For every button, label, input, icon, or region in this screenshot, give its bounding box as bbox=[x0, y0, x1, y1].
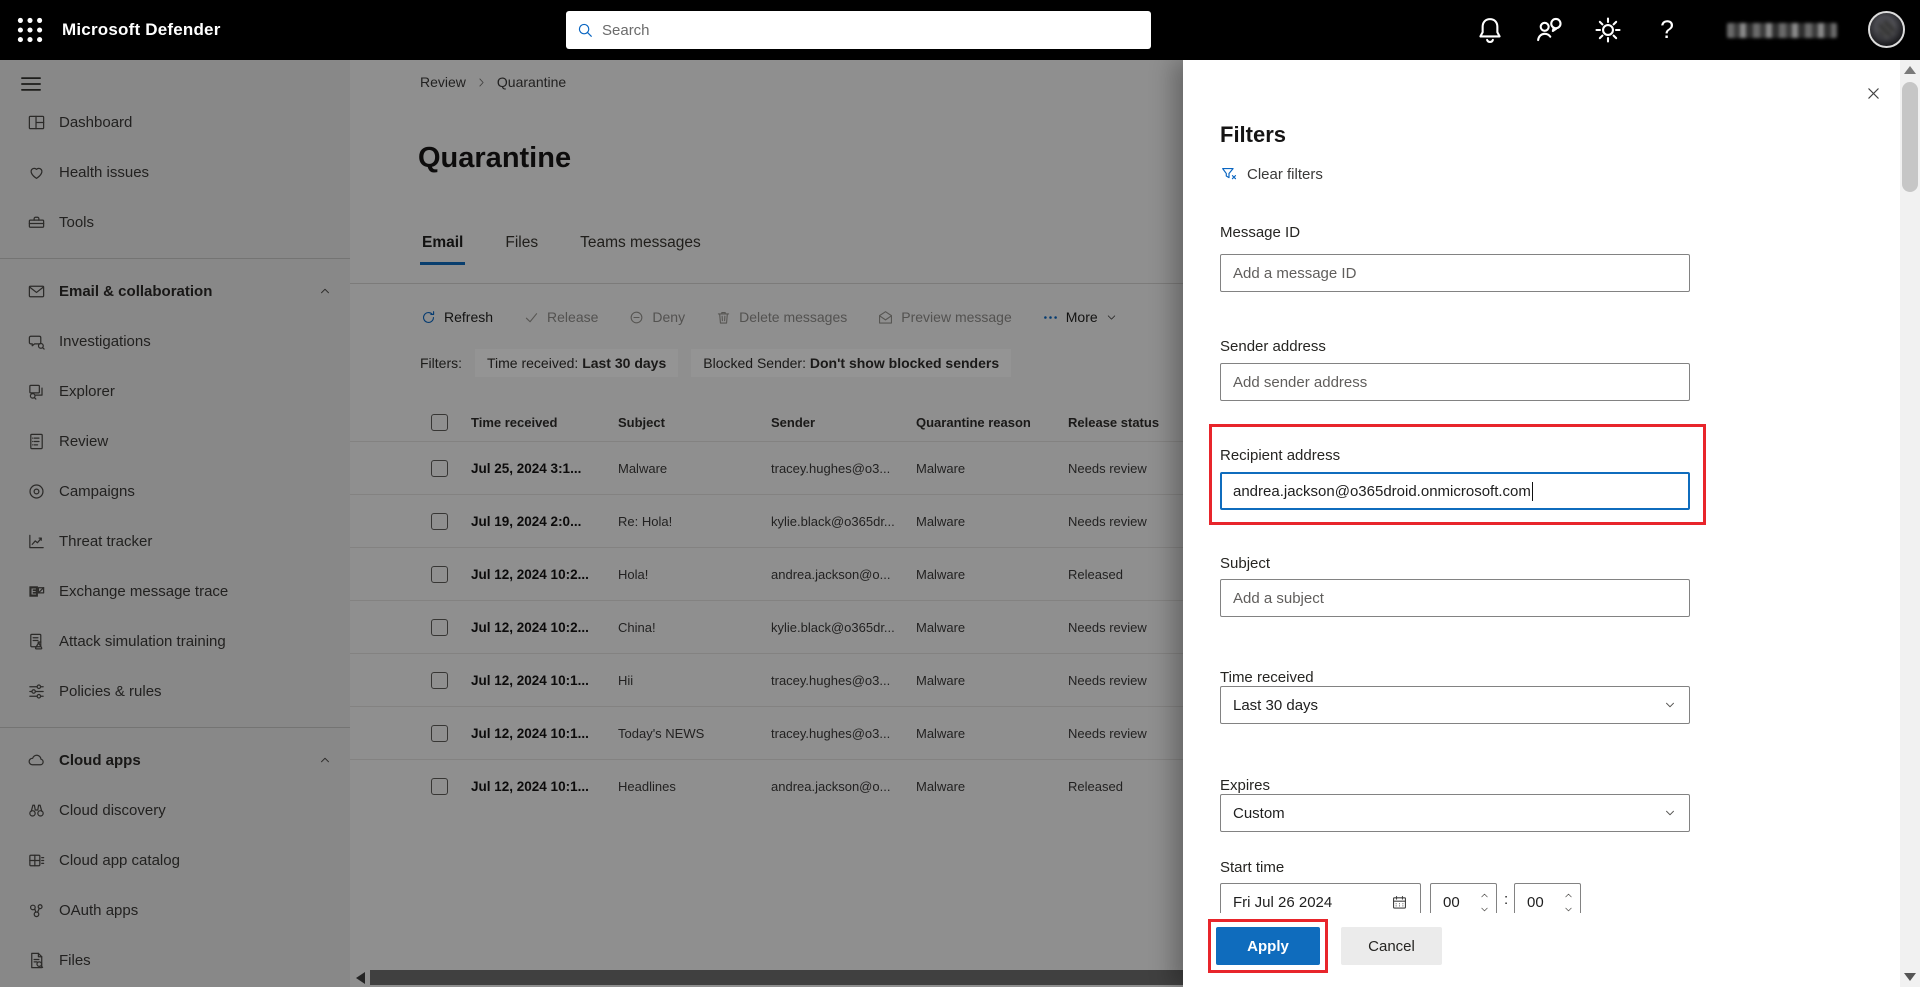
expires-select[interactable]: Custom bbox=[1220, 794, 1690, 832]
time-received-select[interactable]: Last 30 days bbox=[1220, 686, 1690, 724]
clear-filter-funnel-icon bbox=[1220, 165, 1238, 183]
start-date-value: Fri Jul 26 2024 bbox=[1233, 893, 1333, 911]
global-search[interactable] bbox=[566, 11, 1151, 49]
start-time-label: Start time bbox=[1220, 859, 1285, 876]
chevron-down-icon bbox=[1663, 698, 1677, 712]
text-caret bbox=[1531, 481, 1534, 501]
spinner-up-icon[interactable] bbox=[1479, 890, 1490, 901]
help-icon[interactable]: ? bbox=[1651, 14, 1683, 46]
expires-label: Expires bbox=[1220, 777, 1271, 794]
scroll-down-arrow-icon[interactable] bbox=[1904, 973, 1916, 981]
settings-gear-icon[interactable] bbox=[1592, 14, 1624, 46]
scroll-up-arrow-icon[interactable] bbox=[1904, 66, 1916, 74]
message-id-input[interactable] bbox=[1220, 254, 1690, 292]
app-title: Microsoft Defender bbox=[62, 20, 221, 39]
spinner-up-icon[interactable] bbox=[1563, 890, 1574, 901]
subject-label: Subject bbox=[1220, 555, 1271, 572]
hour-value: 00 bbox=[1443, 893, 1460, 911]
calendar-icon bbox=[1391, 894, 1408, 911]
minute-value: 00 bbox=[1527, 893, 1544, 911]
clear-filters-label: Clear filters bbox=[1247, 165, 1323, 183]
vertical-scrollbar[interactable] bbox=[1900, 60, 1920, 987]
apply-button[interactable]: Apply bbox=[1216, 927, 1320, 965]
subject-input[interactable] bbox=[1220, 579, 1690, 617]
user-avatar[interactable] bbox=[1868, 11, 1905, 48]
message-id-label: Message ID bbox=[1220, 224, 1301, 241]
sender-address-label: Sender address bbox=[1220, 338, 1326, 355]
cancel-button[interactable]: Cancel bbox=[1341, 927, 1442, 965]
panel-footer: Apply Cancel bbox=[1183, 913, 1900, 987]
expires-value: Custom bbox=[1233, 804, 1285, 822]
filters-panel-title: Filters bbox=[1220, 122, 1287, 147]
modal-dim-overlay bbox=[0, 60, 1183, 987]
panel-close-button[interactable] bbox=[1861, 81, 1885, 105]
user-name-redacted bbox=[1727, 23, 1837, 38]
filters-panel: Filters Clear filters Message ID Sender … bbox=[1183, 60, 1900, 987]
time-separator: : bbox=[1504, 891, 1509, 908]
app-launcher-waffle-icon[interactable] bbox=[14, 14, 46, 46]
svg-text:?: ? bbox=[1660, 17, 1674, 44]
topbar-actions: ? bbox=[1474, 14, 1683, 46]
feedback-icon[interactable] bbox=[1533, 14, 1565, 46]
close-icon bbox=[1865, 85, 1882, 102]
time-received-label: Time received bbox=[1220, 669, 1314, 686]
search-input[interactable] bbox=[602, 21, 1141, 39]
chevron-down-icon bbox=[1663, 806, 1677, 820]
notifications-icon[interactable] bbox=[1474, 14, 1506, 46]
top-bar: Microsoft Defender ? bbox=[0, 0, 1920, 60]
time-received-value: Last 30 days bbox=[1233, 696, 1319, 714]
recipient-address-input[interactable]: andrea.jackson@o365droid.onmicrosoft.com bbox=[1220, 472, 1690, 510]
sender-address-input[interactable] bbox=[1220, 363, 1690, 401]
clear-filters-button[interactable]: Clear filters bbox=[1220, 165, 1323, 183]
recipient-address-label: Recipient address bbox=[1220, 447, 1341, 464]
recipient-address-value: andrea.jackson@o365droid.onmicrosoft.com bbox=[1233, 482, 1531, 500]
vertical-scrollbar-thumb[interactable] bbox=[1902, 82, 1918, 192]
search-icon bbox=[576, 21, 594, 39]
